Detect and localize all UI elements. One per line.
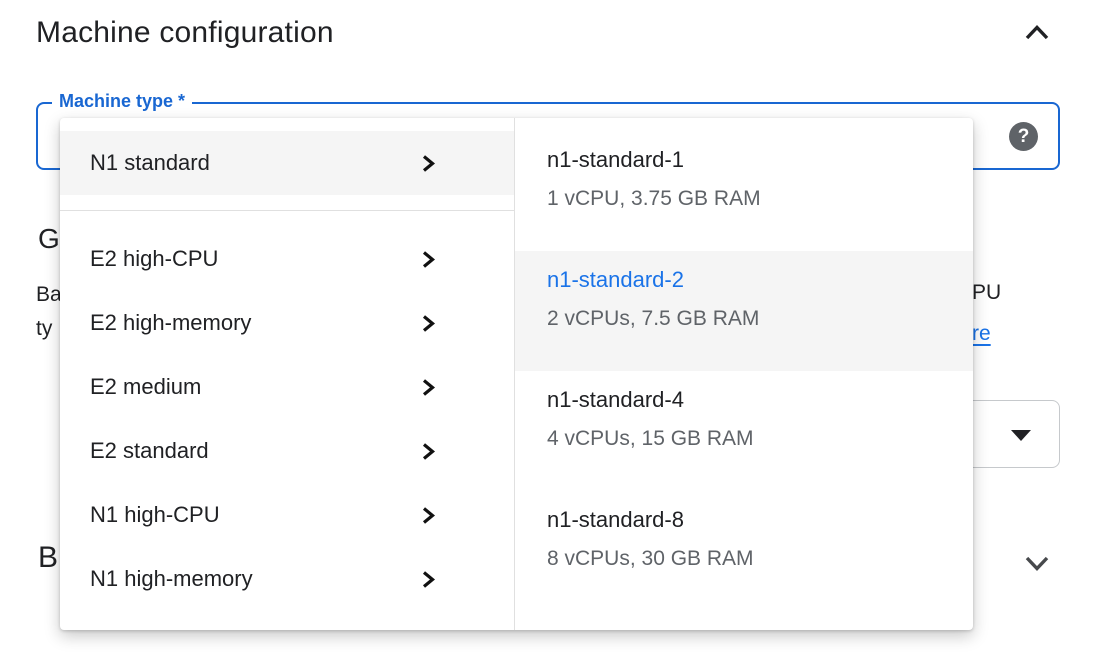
chevron-down-icon xyxy=(1022,551,1052,575)
series-option-n1-standard[interactable]: N1 standard xyxy=(60,131,514,195)
obscured-body-text-line2-start: ty xyxy=(36,317,52,341)
machine-type-list: n1-standard-1 1 vCPU, 3.75 GB RAM n1-sta… xyxy=(514,118,973,630)
machine-type-dropdown-menu: N1 standard E2 high-CPU E2 high-memory xyxy=(60,118,973,630)
machine-type-option-n1-standard-2[interactable]: n1-standard-2 2 vCPUs, 7.5 GB RAM xyxy=(515,251,973,371)
chevron-right-icon xyxy=(421,506,436,525)
obscured-body-text-line1-end: PU xyxy=(972,281,1001,305)
obscured-section-heading: G xyxy=(38,223,60,255)
series-option-e2-high-cpu[interactable]: E2 high-CPU xyxy=(60,227,514,291)
section-collapse-button[interactable] xyxy=(1020,18,1054,48)
chevron-right-icon xyxy=(421,378,436,397)
machine-type-option-n1-standard-8[interactable]: n1-standard-8 8 vCPUs, 30 GB RAM xyxy=(515,491,973,611)
chevron-up-icon xyxy=(1022,21,1052,45)
machine-type-label: Machine type * xyxy=(52,91,192,112)
series-option-e2-medium[interactable]: E2 medium xyxy=(60,355,514,419)
page-title: Machine configuration xyxy=(36,16,334,50)
series-option-e2-standard[interactable]: E2 standard xyxy=(60,419,514,483)
chevron-right-icon xyxy=(421,154,436,173)
obscured-body-text-line1-start: Ba xyxy=(36,283,62,307)
series-option-n1-high-memory[interactable]: N1 high-memory xyxy=(60,547,514,611)
chevron-right-icon xyxy=(421,570,436,589)
series-option-n1-high-cpu[interactable]: N1 high-CPU xyxy=(60,483,514,547)
obscured-bottom-section-heading: B xyxy=(38,541,58,575)
dropdown-arrow-icon xyxy=(1011,430,1031,441)
help-icon[interactable]: ? xyxy=(1009,122,1038,151)
series-option-e2-high-memory[interactable]: E2 high-memory xyxy=(60,291,514,355)
chevron-right-icon xyxy=(421,250,436,269)
machine-type-option-n1-standard-4[interactable]: n1-standard-4 4 vCPUs, 15 GB RAM xyxy=(515,371,973,491)
chevron-right-icon xyxy=(421,314,436,333)
menu-divider xyxy=(60,210,514,211)
machine-configuration-panel: Machine configuration Machine type * ? G… xyxy=(0,0,1102,662)
learn-more-link-fragment[interactable]: re xyxy=(972,322,991,346)
bottom-section-expand-button[interactable] xyxy=(1020,548,1054,578)
series-list: N1 standard E2 high-CPU E2 high-memory xyxy=(60,118,514,630)
chevron-right-icon xyxy=(421,442,436,461)
machine-type-option-n1-standard-1[interactable]: n1-standard-1 1 vCPU, 3.75 GB RAM xyxy=(515,131,973,251)
